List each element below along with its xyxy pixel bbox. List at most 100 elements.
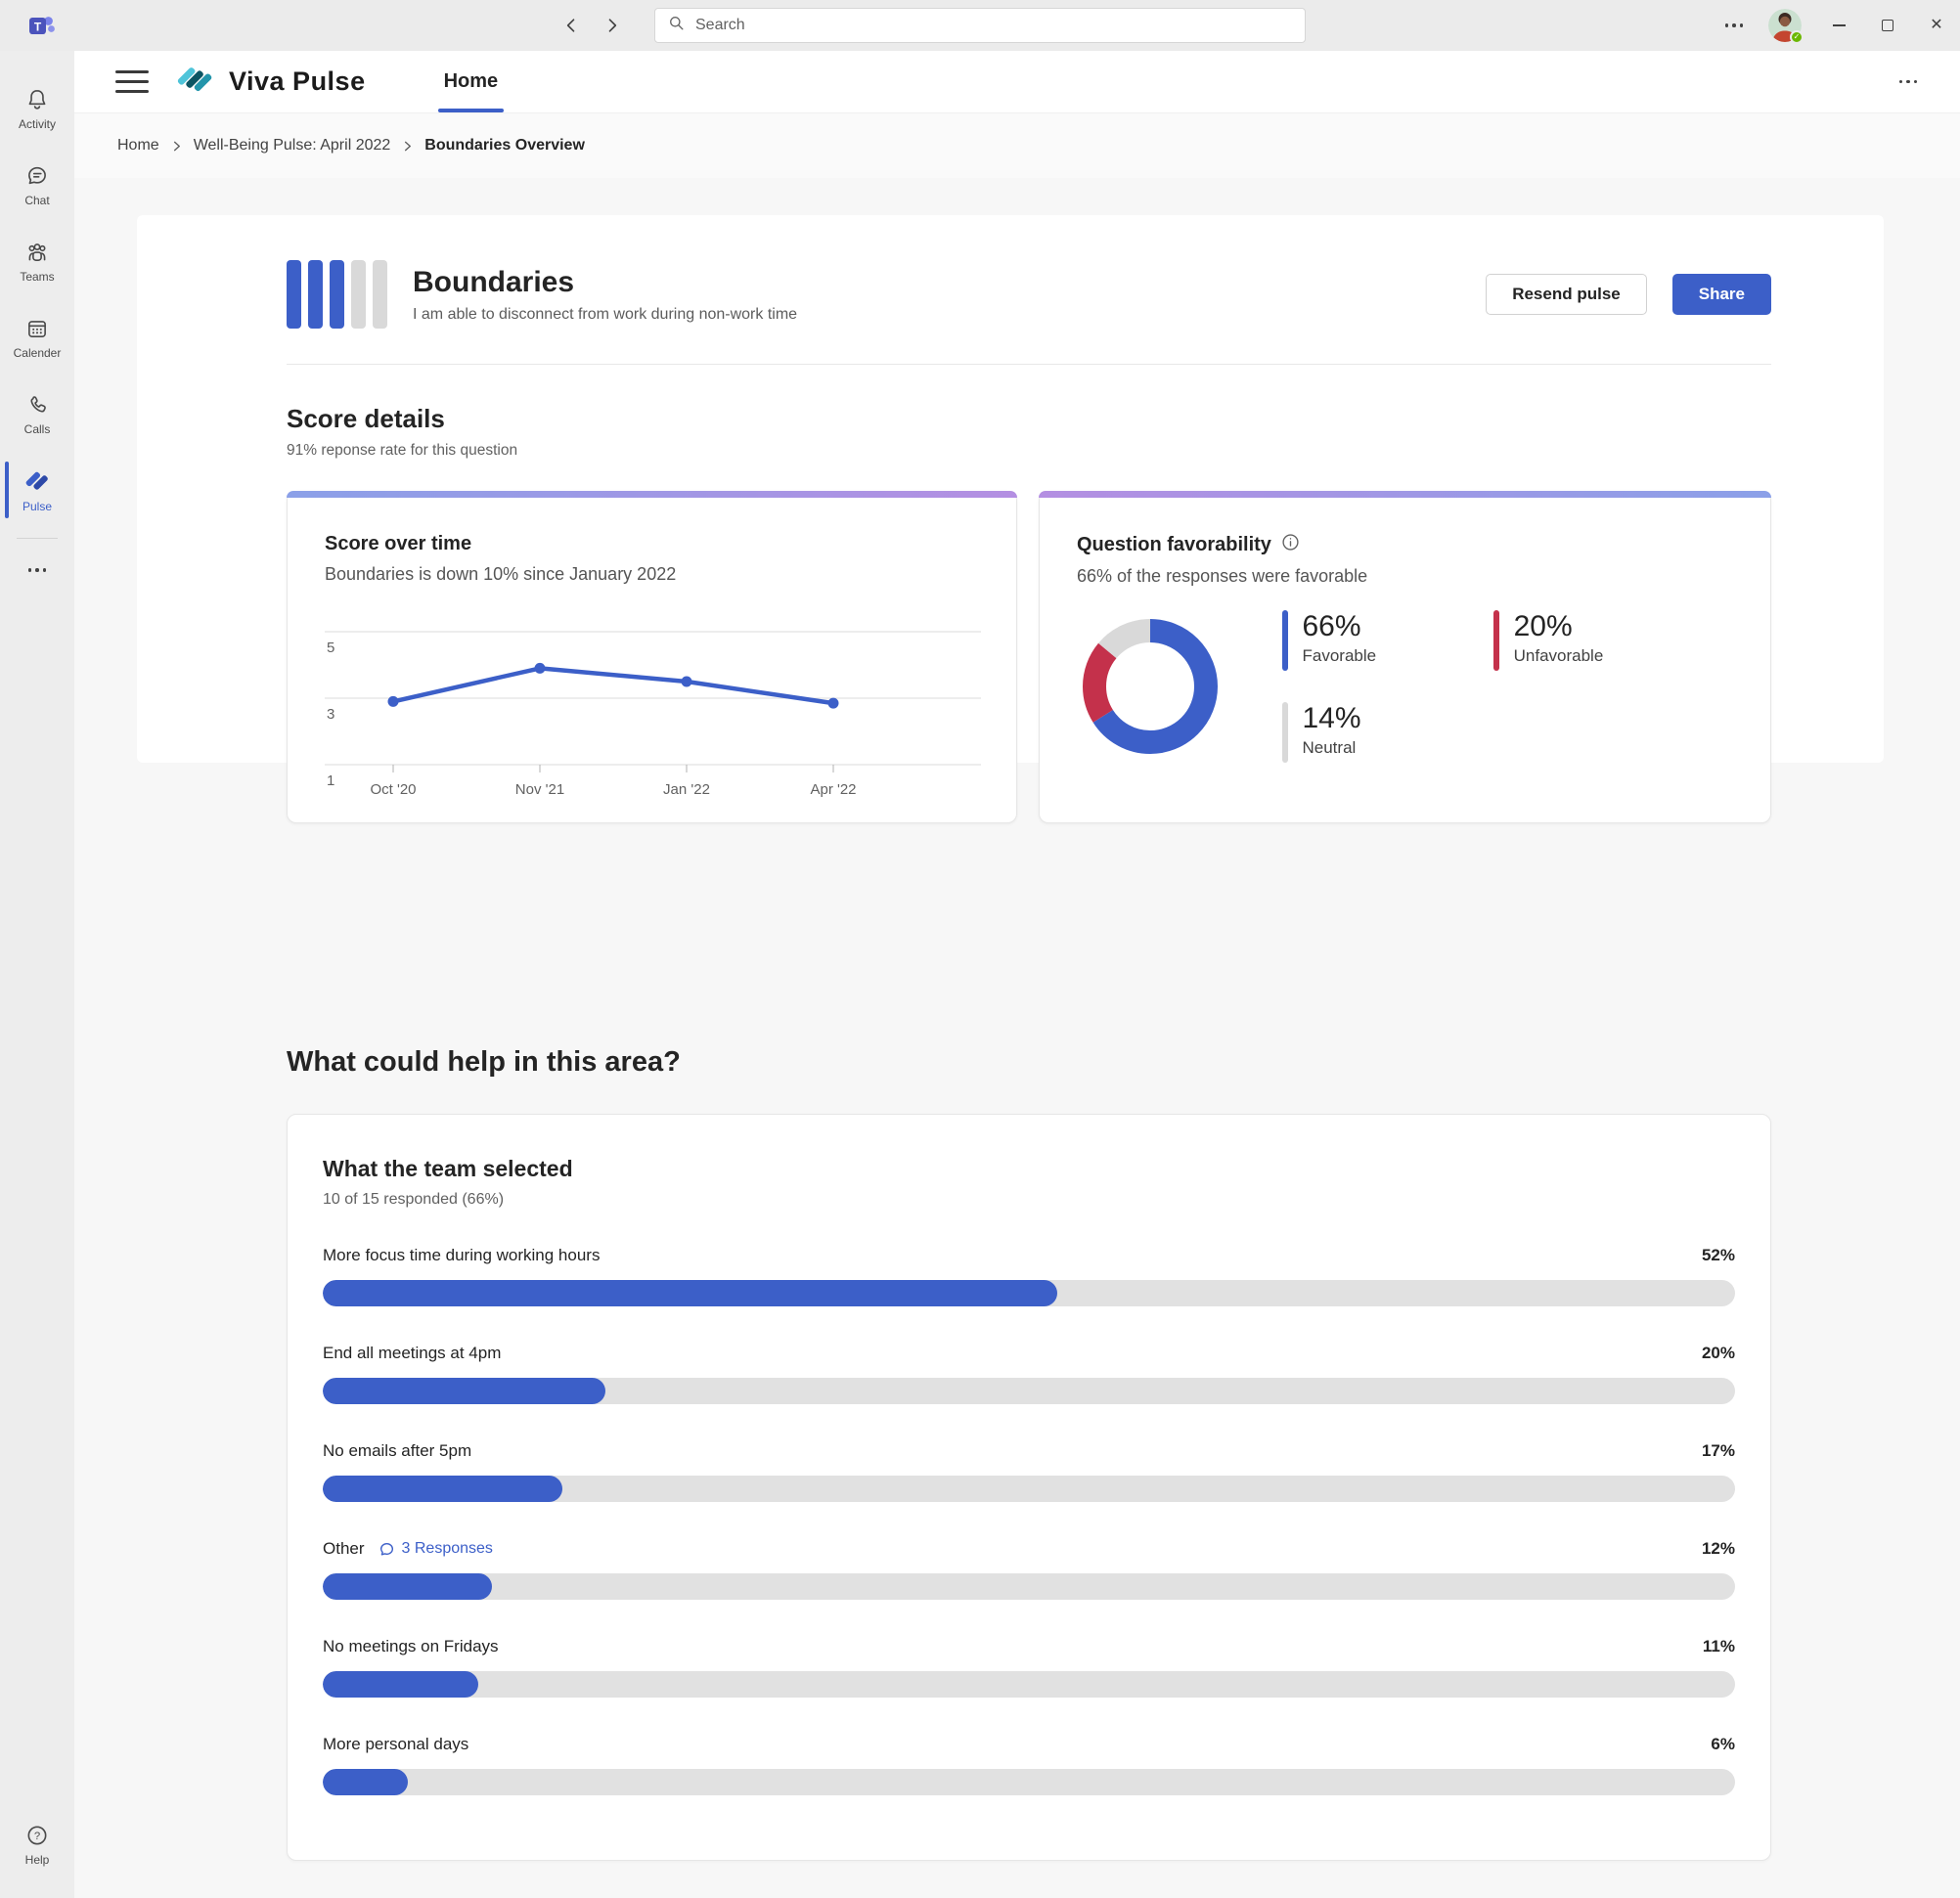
legend-label: Favorable [1302,646,1377,665]
page-title: Boundaries [413,265,575,298]
chat-icon [24,163,50,189]
sidebar-item-pulse[interactable]: Pulse [0,452,74,528]
bar-fill [323,1671,478,1698]
sidebar-divider [17,538,58,539]
bar-label: No meetings on Fridays [323,1637,499,1655]
help-section-title: What could help in this area? [287,1046,681,1078]
bar-label: More focus time during working hours [323,1246,601,1264]
responses-link[interactable]: 3 Responses [379,1540,493,1558]
viva-pulse-brand: Viva Pulse [176,61,366,103]
sidebar-item-calls[interactable]: Calls [0,375,74,452]
bar-track [323,1573,1735,1600]
favorability-legend: 66% Favorable 20% Unfavorable 14% Neutral [1282,610,1603,763]
sidebar-item-calendar[interactable]: Calender [0,299,74,375]
team-selected-bars: More focus time during working hours 52% E… [323,1246,1735,1795]
bar-value: 17% [1701,1441,1735,1460]
bar-track [323,1378,1735,1404]
question-text: I am able to disconnect from work during… [413,305,798,323]
close-button[interactable]: ✕ [1925,14,1948,37]
back-icon[interactable] [559,14,583,37]
boundaries-panel: Boundaries I am able to disconnect from … [137,215,1884,823]
sidebar-item-help[interactable]: ? Help [0,1806,74,1882]
sidebar-more-apps-icon[interactable] [27,552,47,588]
bar-label: No emails after 5pm [323,1441,472,1460]
legend-unfavorable: 20% Unfavorable [1493,610,1603,671]
forward-icon[interactable] [601,14,624,37]
bar-fill [323,1769,408,1795]
viva-pulse-logo [176,61,213,103]
search-box[interactable] [654,8,1306,43]
bar-fill [323,1476,563,1502]
legend-color-bar [1493,610,1499,671]
hamburger-menu-icon[interactable] [115,70,149,93]
help-icon: ? [24,1823,50,1848]
legend-color-bar [1282,702,1288,763]
breadcrumb: Home Well-Being Pulse: April 2022 Bounda… [74,112,1960,178]
sidebar-item-label: Chat [24,193,50,207]
help-section: What could help in this area? What the t… [287,1046,1771,1861]
calendar-icon [24,316,50,341]
breadcrumb-pulse[interactable]: Well-Being Pulse: April 2022 [194,137,391,154]
bar-value: 12% [1701,1539,1735,1558]
sidebar-item-label: Help [24,1852,50,1867]
bar-label: End all meetings at 4pm [323,1344,502,1362]
sidebar-item-chat[interactable]: Chat [0,147,74,223]
legend-value: 20% [1513,610,1573,642]
bar-chart-subtitle: 10 of 15 responded (66%) [323,1191,505,1208]
bar-row: More focus time during working hours 52% [323,1246,1735,1306]
line-chart-subtitle: Boundaries is down 10% since January 202… [325,564,677,584]
bar-row: Other 3 Responses 12% [323,1539,1735,1600]
boundaries-score-icon [287,260,387,329]
responses-link-label: 3 Responses [401,1540,493,1557]
sidebar-item-teams[interactable]: Teams [0,223,74,299]
breadcrumb-current: Boundaries Overview [424,137,585,154]
sidebar-item-label: Activity [18,116,56,131]
favorability-donut-chart [1083,619,1218,754]
minimize-button[interactable] [1827,14,1850,37]
bar-row: No emails after 5pm 17% [323,1441,1735,1502]
bar-row: More personal days 6% [323,1735,1735,1795]
phone-icon [24,392,50,418]
titlebar-more-icon[interactable] [1724,23,1743,27]
legend-value: 14% [1302,702,1361,734]
bar-label: More personal days [323,1735,469,1753]
legend-neutral: 14% Neutral [1282,702,1376,763]
breadcrumb-home[interactable]: Home [117,137,159,154]
tab-home[interactable]: Home [437,51,505,112]
question-favorability-card: Question favorability 66% of the respons… [1039,491,1771,823]
line-chart-title: Score over time [325,533,472,554]
bar-track [323,1280,1735,1306]
sidebar-item-label: Calls [23,421,51,436]
bar-chart-title: What the team selected [323,1156,573,1181]
bar-row: End all meetings at 4pm 20% [323,1344,1735,1404]
share-button[interactable]: Share [1671,274,1771,315]
svg-text:T: T [34,21,42,34]
bar-row: No meetings on Fridays 11% [323,1637,1735,1698]
svg-text:?: ? [34,1830,40,1841]
resend-pulse-button[interactable]: Resend pulse [1486,274,1647,315]
legend-favorable: 66% Favorable [1282,610,1376,671]
sidebar-item-activity[interactable]: Activity [0,70,74,147]
score-over-time-card: Score over time Boundaries is down 10% s… [287,491,1017,823]
bar-value: 11% [1702,1637,1735,1655]
avatar[interactable]: ✓ [1768,9,1804,44]
info-icon[interactable] [1281,533,1300,557]
team-selected-card: What the team selected 10 of 15 responde… [287,1114,1771,1861]
maximize-button[interactable] [1876,14,1899,37]
comment-icon [379,1542,393,1556]
bar-track [323,1769,1735,1795]
donut-chart-subtitle: 66% of the responses were favorable [1077,566,1368,586]
chevron-right-icon [171,140,182,153]
teams-window: T Search ✓ ✕ Activity Chat Teams Calende… [0,0,1960,1898]
score-details-title: Score details [287,404,445,433]
app-rail: Activity Chat Teams Calender Calls Pulse… [0,51,74,1898]
bell-icon [24,87,50,112]
legend-color-bar [1282,610,1288,671]
chevron-right-icon [402,140,413,153]
search-input[interactable] [695,17,1293,34]
card-accent-bar [287,491,1017,498]
bar-fill [323,1378,605,1404]
bar-fill [323,1280,1057,1306]
header-more-icon[interactable] [1898,79,1917,84]
svg-text:Jan '22: Jan '22 [663,781,710,798]
